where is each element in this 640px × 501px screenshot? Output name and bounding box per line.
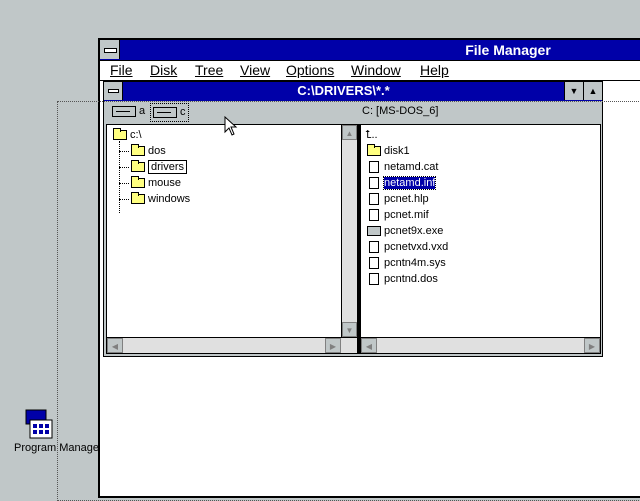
file-item[interactable]: netamd.cat (369, 160, 438, 174)
file-item[interactable]: pcntn4m.sys (369, 256, 446, 270)
menu-disk[interactable]: Disk (150, 61, 177, 80)
floppy-drive-icon (112, 105, 136, 117)
scroll-right-arrow-icon[interactable]: ▶ (325, 338, 341, 353)
maximize-button[interactable]: ▲ (583, 82, 602, 100)
tree-pane[interactable]: c:\ dos drivers mouse windows ▲ ▼ ◀ ▶ (106, 124, 358, 354)
program-manager-label: Program Manage (14, 442, 99, 454)
file-item[interactable]: pcnet.hlp (369, 192, 429, 206)
menu-window[interactable]: Window (351, 61, 401, 80)
program-manager-glyph-icon (24, 408, 54, 440)
document-icon (369, 241, 379, 254)
open-folder-icon (131, 160, 145, 173)
file-item[interactable]: pcnet.mif (369, 208, 429, 222)
hard-drive-icon (153, 106, 177, 118)
executable-icon (367, 226, 381, 237)
drive-bar: a c C: [MS-DOS_6] (104, 101, 602, 123)
volume-label: C: [MS-DOS_6] (362, 105, 439, 117)
folder-icon (131, 144, 145, 157)
document-icon (369, 161, 379, 174)
directory-title: C:\DRIVERS\*.* (297, 83, 390, 98)
scroll-up-arrow-icon[interactable]: ▲ (342, 125, 357, 140)
help-document-icon (369, 193, 379, 206)
title-bar[interactable]: File Manager (100, 40, 640, 61)
file-manager-window: File Manager File Disk Tree View Options… (98, 38, 640, 498)
folder-icon (367, 144, 381, 157)
file-item-selected[interactable]: netamd.inf (369, 176, 437, 190)
file-item[interactable]: disk1 (367, 144, 410, 158)
menu-view[interactable]: View (240, 61, 270, 80)
menu-file[interactable]: File (110, 61, 133, 80)
directory-horizontal-scrollbar[interactable]: ◀ ▶ (361, 337, 600, 353)
tree-item-dos[interactable]: dos (131, 144, 166, 158)
scroll-right-arrow-icon[interactable]: ▶ (584, 338, 600, 353)
directory-system-menu-button[interactable] (104, 82, 123, 100)
document-icon (369, 257, 379, 270)
file-item[interactable]: pcnet9x.exe (367, 224, 443, 238)
program-manager-icon[interactable]: Program Manage (14, 408, 99, 455)
tree-vertical-scrollbar[interactable]: ▲ ▼ (341, 125, 357, 337)
scroll-left-arrow-icon[interactable]: ◀ (361, 338, 377, 353)
directory-title-bar[interactable]: C:\DRIVERS\*.* ▼ ▲ (104, 82, 602, 102)
scroll-left-arrow-icon[interactable]: ◀ (107, 338, 123, 353)
document-icon (369, 177, 379, 190)
document-icon (369, 273, 379, 286)
folder-icon (131, 192, 145, 205)
menu-bar: File Disk Tree View Options Window Help (100, 61, 640, 81)
document-icon (369, 209, 379, 222)
directory-window: C:\DRIVERS\*.* ▼ ▲ a c C: [MS-DOS_6] c:\ (103, 81, 603, 357)
mouse-pointer-icon (224, 115, 238, 136)
file-item[interactable]: pcntnd.dos (369, 272, 438, 286)
menu-options[interactable]: Options (286, 61, 334, 80)
directory-pane[interactable]: ⮤.. disk1 netamd.cat netamd.inf pcnet.hl… (360, 124, 601, 354)
file-item[interactable]: pcnetvxd.vxd (369, 240, 448, 254)
drive-c[interactable]: c (150, 103, 189, 122)
menu-tree[interactable]: Tree (195, 61, 223, 80)
menu-help[interactable]: Help (420, 61, 449, 80)
tree-item-windows[interactable]: windows (131, 192, 190, 206)
minimize-button[interactable]: ▼ (564, 82, 583, 100)
folder-icon (131, 176, 145, 189)
tree-item-drivers[interactable]: drivers (131, 160, 188, 174)
tree-root[interactable]: c:\ (113, 128, 142, 142)
tree-item-mouse[interactable]: mouse (131, 176, 181, 190)
window-title: File Manager (465, 42, 551, 58)
folder-icon (113, 128, 127, 141)
tree-horizontal-scrollbar[interactable]: ◀ ▶ (107, 337, 357, 353)
file-item-parent[interactable]: ⮤.. (365, 128, 378, 142)
system-menu-button[interactable] (100, 40, 120, 59)
drive-a[interactable]: a (112, 103, 145, 120)
scroll-down-arrow-icon[interactable]: ▼ (342, 322, 357, 337)
